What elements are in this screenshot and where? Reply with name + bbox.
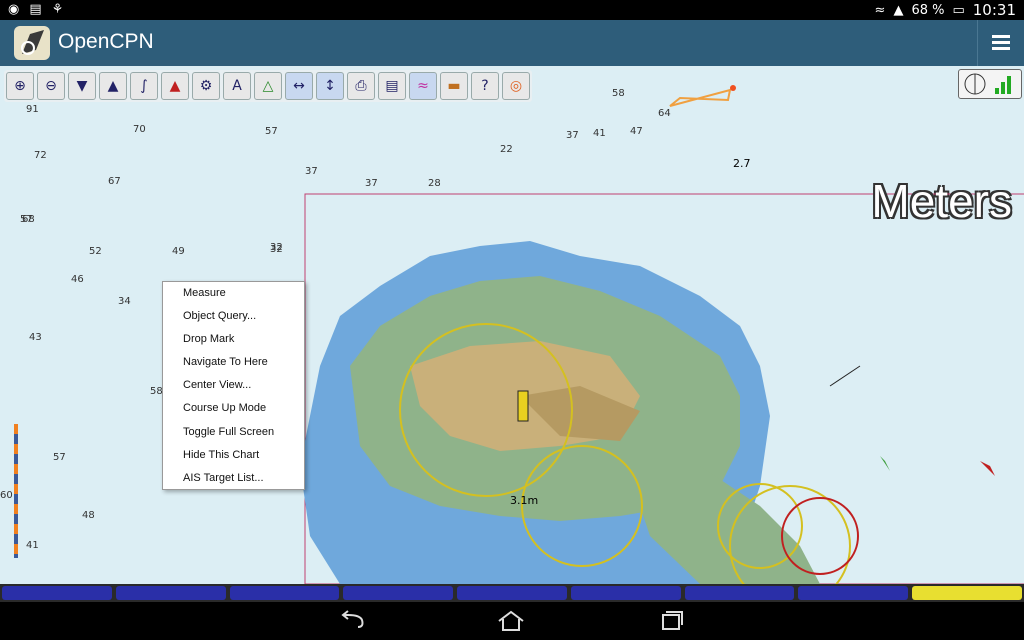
battery-icon: ▭ (952, 2, 965, 18)
sounding: 43 (29, 332, 42, 343)
settings-button[interactable]: ⚙ (192, 72, 220, 100)
notification-icon: ▤ (29, 2, 42, 17)
sounding: 49 (172, 246, 185, 257)
sounding: 64 (658, 108, 671, 119)
track-button[interactable]: ≈ (409, 72, 437, 100)
context-menu: Measure Object Query... Drop Mark Naviga… (162, 281, 305, 490)
sounding: 34 (118, 296, 131, 307)
wifi-icon: ≈ (874, 2, 886, 18)
marker-button[interactable]: △ (254, 72, 282, 100)
sounding: 37 (566, 130, 579, 141)
chart-slot[interactable] (229, 586, 340, 600)
chart-slot[interactable] (115, 586, 226, 600)
system-status-bar: ◉ ▤ ⚘ ≈ ▲ 68 % ▭ 10:31 (0, 0, 1024, 20)
sounding: 32 (270, 242, 283, 253)
sounding: 46 (71, 274, 84, 285)
app-title: OpenCPN (58, 30, 154, 53)
sounding: 68 (22, 214, 35, 225)
sounding: 28 (428, 178, 441, 189)
menu-item-object-query[interactable]: Object Query... (163, 305, 304, 328)
fit-width-button[interactable]: ↔ (285, 72, 313, 100)
sounding: 58 (612, 88, 625, 99)
home-icon[interactable] (496, 610, 526, 632)
sounding: 52 (89, 246, 102, 257)
chart-slot[interactable] (684, 586, 795, 600)
menu-item-center-view[interactable]: Center View... (163, 374, 304, 397)
sounding: 72 (34, 150, 47, 161)
print-button[interactable]: ⎙ (347, 72, 375, 100)
tide-height-label: 3.1m (510, 494, 539, 507)
system-navigation-bar (0, 602, 1024, 640)
sounding: 22 (500, 144, 513, 155)
sounding: 57 (53, 452, 66, 463)
depth-units-label: Meters (871, 175, 1012, 227)
menu-item-navigate-to-here[interactable]: Navigate To Here (163, 351, 304, 374)
sounding: 48 (82, 510, 95, 521)
zoom-out-button[interactable]: ⊖ (37, 72, 65, 100)
menu-item-ais-target-list[interactable]: AIS Target List... (163, 467, 304, 490)
scale-bar (14, 424, 18, 558)
sounding: 67 (108, 176, 121, 187)
menu-item-course-up-mode[interactable]: Course Up Mode (163, 397, 304, 420)
usb-icon: ⚘ (51, 2, 64, 17)
chart-slot[interactable] (343, 586, 454, 600)
filter-button[interactable]: ▼ (68, 72, 96, 100)
current-depth-label: 2.7 (733, 157, 751, 170)
app-logo-icon (14, 26, 50, 60)
signal-status-panel[interactable] (958, 69, 1022, 99)
sounding: 37 (365, 178, 378, 189)
chart-slot[interactable] (570, 586, 681, 600)
chart-canvas[interactable]: 2.7 3.1m Meters 91 70 57 58 64 72 67 37 … (0, 66, 1024, 607)
battery-percent: 68 % (911, 2, 945, 18)
fit-height-button[interactable]: ↕ (316, 72, 344, 100)
sounding: 41 (26, 540, 39, 551)
chart-slot-current[interactable] (912, 586, 1023, 600)
chart-slot[interactable] (798, 586, 909, 600)
sounding: 47 (630, 126, 643, 137)
back-icon[interactable] (336, 610, 366, 632)
chart-selector-bar (0, 584, 1024, 602)
clock: 10:31 (972, 1, 1016, 19)
location-icon: ◉ (8, 2, 20, 17)
chart-slot[interactable] (457, 586, 567, 600)
sounding: 91 (26, 104, 39, 115)
sounding: 58 (150, 386, 163, 397)
sounding: 60 (0, 490, 13, 501)
signal-icon: ▲ (893, 2, 904, 18)
sounding: 57 (265, 126, 278, 137)
boat-button[interactable]: ▲ (161, 72, 189, 100)
action-bar: OpenCPN (0, 20, 1024, 66)
zoom-in-button[interactable]: ⊕ (6, 72, 34, 100)
layers-button[interactable]: ▬ (440, 72, 468, 100)
menu-item-measure[interactable]: Measure (163, 282, 304, 305)
menu-item-hide-this-chart[interactable]: Hide This Chart (163, 444, 304, 467)
sounding: 41 (593, 128, 606, 139)
route-button[interactable]: ∫ (130, 72, 158, 100)
lifebuoy-button[interactable]: ◎ (502, 72, 530, 100)
help-button[interactable]: ? (471, 72, 499, 100)
recent-apps-icon[interactable] (656, 610, 686, 632)
overflow-menu-button[interactable] (977, 20, 1024, 66)
chart-slot[interactable] (2, 586, 112, 600)
tide-button[interactable]: ▲ (99, 72, 127, 100)
sounding: 37 (305, 166, 318, 177)
chart-list-button[interactable]: ▤ (378, 72, 406, 100)
sounding: 70 (133, 124, 146, 135)
menu-item-toggle-full-screen[interactable]: Toggle Full Screen (163, 421, 304, 444)
menu-item-drop-mark[interactable]: Drop Mark (163, 328, 304, 351)
text-button[interactable]: A (223, 72, 251, 100)
main-toolbar: ⊕ ⊖ ▼ ▲ ∫ ▲ ⚙ A △ ↔ ↕ ⎙ ▤ ≈ ▬ ? ◎ (4, 70, 532, 102)
